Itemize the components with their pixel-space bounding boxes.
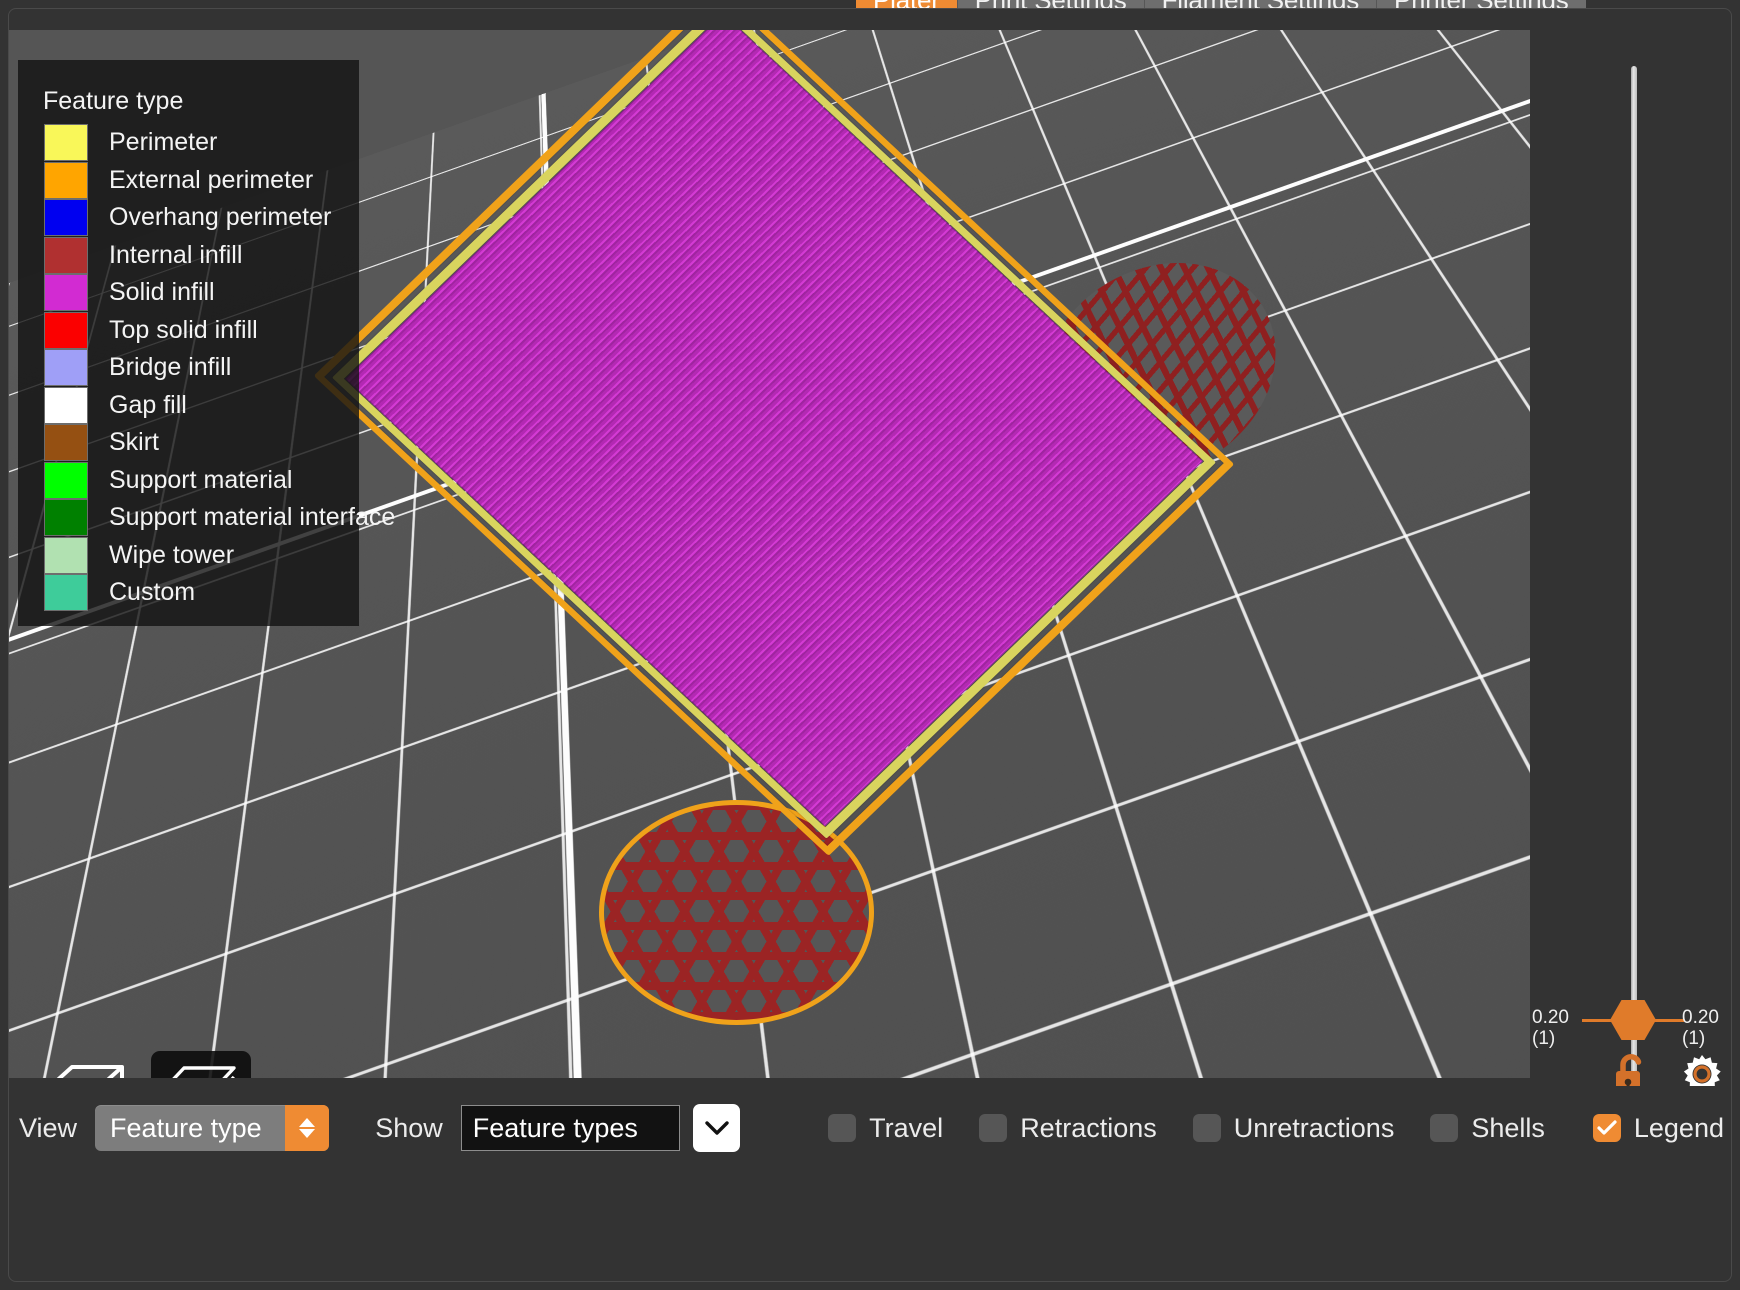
layer-slider-upper-index: (1) bbox=[1682, 1028, 1719, 1049]
preview-toolbar: View Feature type Show Feature types Tra… bbox=[9, 1086, 1724, 1170]
checkbox-box[interactable] bbox=[1193, 1114, 1221, 1142]
legend-item-bridge-infill: Bridge infill bbox=[18, 349, 359, 387]
legend-item-label: Skirt bbox=[109, 428, 159, 457]
legend-item-solid-infill: Solid infill bbox=[18, 274, 359, 312]
show-label: Show bbox=[375, 1113, 443, 1144]
checkbox-label: Unretractions bbox=[1234, 1113, 1395, 1144]
layer-slider-handles: 0.20 (1) 0.20 (1) bbox=[1530, 993, 1724, 1045]
checkbox-box[interactable] bbox=[828, 1114, 856, 1142]
layer-slider-tick-left bbox=[1582, 1019, 1614, 1022]
legend-swatch bbox=[44, 574, 88, 611]
layer-slider-panel: 0.20 (1) 0.20 (1) bbox=[1530, 30, 1724, 1078]
legend-swatch bbox=[44, 162, 88, 199]
chevron-down-icon bbox=[704, 1120, 730, 1136]
layers-icon bbox=[158, 1057, 244, 1078]
legend-swatch bbox=[44, 237, 88, 274]
checkbox-box[interactable] bbox=[1593, 1114, 1621, 1142]
show-features-value: Feature types bbox=[462, 1113, 638, 1144]
legend-item-label: Solid infill bbox=[109, 278, 215, 307]
checkbox-label: Shells bbox=[1471, 1113, 1545, 1144]
checkbox-shells[interactable]: Shells bbox=[1430, 1113, 1545, 1144]
legend-item-label: Bridge infill bbox=[109, 353, 231, 382]
legend-item-support-material: Support material bbox=[18, 462, 359, 500]
legend-item-overhang-perimeter: Overhang perimeter bbox=[18, 199, 359, 237]
legend-item-label: Perimeter bbox=[109, 128, 217, 157]
gcode-preview-canvas[interactable]: Feature type Perimeter External perimete… bbox=[9, 30, 1530, 1078]
chevron-up-icon bbox=[299, 1118, 315, 1127]
view-mode-buttons bbox=[37, 1051, 251, 1078]
legend-item-label: Internal infill bbox=[109, 241, 242, 270]
legend-item-label: External perimeter bbox=[109, 166, 313, 195]
view-label: View bbox=[19, 1113, 77, 1144]
legend-item-label: Overhang perimeter bbox=[109, 203, 331, 232]
layer-slider-lower-height: 0.20 bbox=[1532, 1007, 1569, 1028]
checkbox-label: Legend bbox=[1634, 1113, 1724, 1144]
legend-item-internal-infill: Internal infill bbox=[18, 237, 359, 275]
legend-swatch bbox=[44, 312, 88, 349]
layer-slider-upper-label: 0.20 (1) bbox=[1682, 1007, 1719, 1049]
legend-swatch bbox=[44, 349, 88, 386]
show-features-input[interactable]: Feature types bbox=[461, 1105, 681, 1151]
legend-item-label: Support material bbox=[109, 466, 292, 495]
legend-swatch bbox=[44, 124, 88, 161]
legend-item-gap-fill: Gap fill bbox=[18, 387, 359, 425]
legend-swatch bbox=[44, 462, 88, 499]
view-type-stepper[interactable] bbox=[285, 1105, 329, 1151]
legend-item-custom: Custom bbox=[18, 574, 359, 612]
checkbox-travel[interactable]: Travel bbox=[828, 1113, 943, 1144]
legend-item-label: Wipe tower bbox=[109, 541, 234, 570]
checkbox-label: Retractions bbox=[1020, 1113, 1157, 1144]
legend-swatch bbox=[44, 537, 88, 574]
checkbox-legend[interactable]: Legend bbox=[1593, 1113, 1724, 1144]
layer-slider-lower-label: 0.20 (1) bbox=[1532, 1007, 1569, 1049]
layer-slider-tick-right bbox=[1652, 1019, 1684, 1022]
view-type-select[interactable]: Feature type bbox=[95, 1105, 329, 1151]
legend-swatch bbox=[44, 199, 88, 236]
layer-slider-upper-height: 0.20 bbox=[1682, 1007, 1719, 1028]
legend-item-label: Top solid infill bbox=[109, 316, 258, 345]
legend-item-external-perimeter: External perimeter bbox=[18, 162, 359, 200]
legend-item-support-material-interface: Support material interface bbox=[18, 499, 359, 537]
checkbox-label: Travel bbox=[869, 1113, 943, 1144]
feature-type-legend: Feature type Perimeter External perimete… bbox=[18, 60, 359, 626]
legend-item-perimeter: Perimeter bbox=[18, 124, 359, 162]
view-type-value: Feature type bbox=[95, 1113, 262, 1144]
legend-item-label: Custom bbox=[109, 578, 195, 607]
legend-item-label: Support material interface bbox=[109, 503, 395, 532]
check-icon bbox=[1597, 1120, 1617, 1136]
layer-slider-thumb[interactable] bbox=[1610, 1000, 1656, 1040]
application-window: Plater Print Settings Filament Settings … bbox=[0, 0, 1740, 1290]
checkbox-retractions[interactable]: Retractions bbox=[979, 1113, 1157, 1144]
checkbox-box[interactable] bbox=[1430, 1114, 1458, 1142]
checkbox-box[interactable] bbox=[979, 1114, 1007, 1142]
layer-slider-track[interactable] bbox=[1631, 66, 1637, 1078]
legend-item-top-solid-infill: Top solid infill bbox=[18, 312, 359, 350]
legend-item-skirt: Skirt bbox=[18, 424, 359, 462]
legend-item-wipe-tower: Wipe tower bbox=[18, 537, 359, 575]
show-features-dropdown-button[interactable] bbox=[693, 1104, 740, 1152]
legend-swatch bbox=[44, 499, 88, 536]
legend-swatch bbox=[44, 274, 88, 311]
legend-swatch bbox=[44, 424, 88, 461]
legend-swatch bbox=[44, 387, 88, 424]
legend-item-label: Gap fill bbox=[109, 391, 187, 420]
chevron-down-icon bbox=[299, 1129, 315, 1138]
view-mode-3d-editor-button[interactable] bbox=[37, 1051, 137, 1078]
legend-title: Feature type bbox=[18, 60, 359, 124]
cube-icon bbox=[44, 1057, 130, 1078]
layer-slider-lower-index: (1) bbox=[1532, 1028, 1569, 1049]
checkbox-unretractions[interactable]: Unretractions bbox=[1193, 1113, 1395, 1144]
view-mode-preview-button[interactable] bbox=[151, 1051, 251, 1078]
